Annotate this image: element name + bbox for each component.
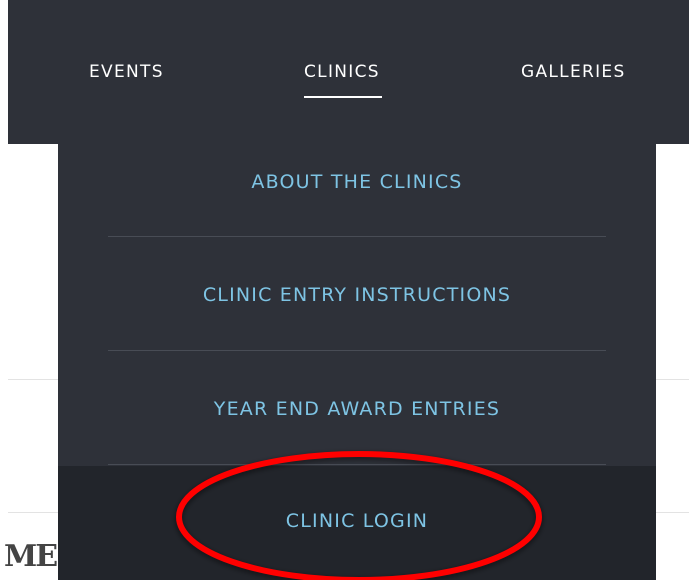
- nav-item-clinics[interactable]: CLINICS: [304, 62, 382, 98]
- dropdown-divider: [108, 464, 606, 465]
- dropdown-item-about-the-clinics[interactable]: ABOUT THE CLINICS: [58, 171, 656, 193]
- clinics-dropdown-menu: ABOUT THE CLINICS CLINIC ENTRY INSTRUCTI…: [58, 144, 656, 580]
- nav-item-events[interactable]: EVENTS: [89, 62, 164, 82]
- dropdown-divider: [108, 236, 606, 237]
- page-heading-partial: ME: [4, 539, 58, 574]
- dropdown-divider: [108, 350, 606, 351]
- main-navbar: EVENTS CLINICS GALLERIES: [8, 0, 689, 144]
- dropdown-item-year-end-award-entries[interactable]: YEAR END AWARD ENTRIES: [58, 398, 656, 420]
- dropdown-item-clinic-login-row[interactable]: CLINIC LOGIN: [58, 466, 656, 580]
- dropdown-item-clinic-login[interactable]: CLINIC LOGIN: [58, 510, 656, 532]
- nav-item-galleries[interactable]: GALLERIES: [521, 62, 626, 82]
- dropdown-item-clinic-entry-instructions[interactable]: CLINIC ENTRY INSTRUCTIONS: [58, 284, 656, 306]
